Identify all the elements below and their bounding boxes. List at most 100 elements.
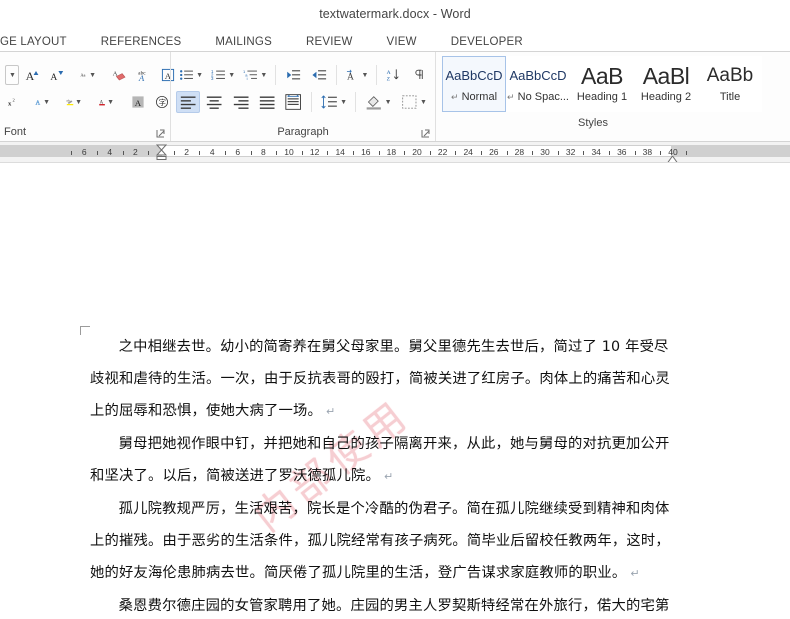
ruler-tick-label: 24: [463, 147, 473, 157]
svg-text:A: A: [138, 73, 145, 83]
asian-layout-icon[interactable]: A ▼: [341, 64, 371, 86]
ruler-tick-mark: [404, 151, 406, 155]
horizontal-ruler[interactable]: 6 4 2 2 4 6 8 10 12 14 16 18 20 22 24 26 28 30 32 34 36 38 40: [0, 142, 790, 163]
svg-text:A: A: [50, 72, 57, 83]
text-effects-icon[interactable]: A ▼: [31, 91, 53, 113]
numbering-icon[interactable]: 1 2 3 ▼: [208, 64, 238, 86]
align-center-icon[interactable]: [202, 91, 226, 113]
ribbon-group-styles: AaBbCcD ↵ Normal AaBbCcD ↵ No Spac... Aa…: [435, 52, 790, 141]
svg-text:Z: Z: [387, 77, 391, 83]
borders-icon[interactable]: ▼: [397, 91, 430, 113]
ruler-tick-mark: [685, 151, 687, 155]
title-bar: textwatermark.docx - Word: [0, 0, 790, 28]
style-title-label: Title: [719, 91, 741, 103]
svg-text:3: 3: [211, 76, 214, 81]
svg-text:字: 字: [159, 98, 166, 107]
sort-icon[interactable]: A Z: [382, 64, 406, 86]
style-no-spacing-preview: AaBbCcD: [509, 68, 567, 83]
decrease-indent-icon[interactable]: [281, 64, 305, 86]
tab-view[interactable]: VIEW: [370, 36, 434, 52]
document-body[interactable]: 之中相继去世。幼小的简寄养在舅父母家里。舅父里德先生去世后，简过了 10 年受尽…: [90, 331, 678, 615]
svg-text:Aa: Aa: [80, 73, 85, 78]
multilevel-list-icon[interactable]: 1 a i ▼: [240, 64, 270, 86]
text-highlight-color-icon[interactable]: ab ▼: [63, 91, 85, 113]
grow-font-icon[interactable]: A: [21, 64, 43, 86]
show-paragraph-marks-icon[interactable]: [408, 64, 430, 86]
style-no-spacing[interactable]: AaBbCcD ↵ No Spac...: [506, 56, 570, 112]
ruler-tick-label: 14: [335, 147, 345, 157]
ruler-tick-label: 18: [386, 147, 397, 157]
styles-group-label: Styles: [578, 117, 608, 129]
svg-text:A: A: [36, 100, 41, 106]
ruler-tick-label: 20: [412, 147, 422, 157]
ruler-tick-mark: [609, 151, 610, 155]
align-right-icon[interactable]: [229, 91, 253, 113]
line-spacing-icon[interactable]: ▼: [317, 91, 350, 113]
ruler-tick-label: 16: [361, 147, 371, 157]
ruler-tick-mark: [378, 151, 380, 155]
ruler-tick-mark: [583, 151, 585, 155]
document-paragraph: 桑恩费尔德庄园的女管家聘用了她。庄园的男主人罗契斯特经常在外旅行，偌大的宅第只有…: [118, 598, 670, 614]
superscript-icon[interactable]: x2: [5, 91, 21, 113]
ruler-tick-label: 22: [437, 147, 448, 157]
tab-developer[interactable]: DEVELOPER: [434, 36, 540, 52]
svg-text:A: A: [26, 69, 35, 83]
align-left-icon[interactable]: [176, 91, 201, 113]
first-line-indent-marker[interactable]: [155, 144, 168, 160]
style-title[interactable]: AaBb Title: [698, 56, 762, 112]
change-case-icon[interactable]: Aa ▼: [77, 64, 99, 86]
shrink-font-icon[interactable]: A: [45, 64, 67, 86]
increase-indent-icon[interactable]: [307, 64, 331, 86]
font-size-box-edge[interactable]: ▼: [5, 65, 19, 85]
document-page[interactable]: 内部使用 之中相继去世。幼小的简寄养在舅父母家里。舅父里德先生去世后，简过了 1…: [0, 163, 790, 615]
ruler-tick-mark: [353, 151, 354, 155]
document-paragraph: 孤儿院教规严厉，生活艰苦，院长是个冷酷的伪君子。简在孤儿院继续受到精神和肉体上的…: [90, 501, 670, 581]
ruler-tick-mark: [199, 151, 201, 155]
tab-page-layout[interactable]: GE LAYOUT: [0, 36, 84, 52]
phonetic-guide-icon[interactable]: abc A: [133, 64, 155, 86]
font-group-row-1: ▼ A A Aa ▼ A abc A A: [4, 62, 175, 89]
ruler-tick-mark: [532, 151, 534, 155]
window-title: textwatermark.docx - Word: [319, 7, 471, 21]
style-normal[interactable]: AaBbCcD ↵ Normal: [442, 56, 506, 112]
justify-icon[interactable]: [255, 91, 279, 113]
shading-icon[interactable]: ▼: [361, 91, 394, 113]
font-group-label: Font: [4, 126, 27, 138]
svg-text:A: A: [347, 71, 354, 82]
paragraph-mark-icon: ↵: [383, 470, 394, 483]
font-dialog-launcher-icon[interactable]: [156, 129, 165, 138]
style-heading-1[interactable]: AaB Heading 1: [570, 56, 634, 112]
document-paragraph: 之中相继去世。幼小的简寄养在舅父母家里。舅父里德先生去世后，简过了 10 年受尽…: [90, 339, 670, 419]
clear-formatting-icon[interactable]: A: [109, 64, 131, 86]
ruler-tick-label: 2: [184, 147, 189, 157]
ruler-tick-mark: [481, 151, 482, 155]
character-shading-icon[interactable]: A: [127, 91, 149, 113]
ruler-tick-mark: [250, 151, 252, 155]
style-normal-pilcrow-icon: ↵: [450, 92, 459, 102]
ruler-tick-mark: [660, 151, 662, 155]
tab-mailings[interactable]: MAILINGS: [198, 36, 289, 52]
svg-text:i: i: [247, 76, 248, 81]
ruler-tick-label: 36: [617, 147, 627, 157]
bullets-icon[interactable]: ▼: [176, 64, 206, 86]
paragraph-mark-icon: ↵: [630, 567, 640, 580]
style-heading-2[interactable]: AaBl Heading 2: [634, 56, 698, 112]
font-color-icon[interactable]: A ▼: [95, 91, 117, 113]
ruler-tick-mark: [276, 151, 278, 155]
ruler-tick-label: 26: [489, 147, 499, 157]
tab-review[interactable]: REVIEW: [289, 36, 370, 52]
svg-text:A: A: [387, 70, 392, 76]
tab-references[interactable]: REFERENCES: [84, 36, 199, 52]
ruler-tick-mark: [301, 151, 303, 155]
ruler-tick-label: 38: [642, 147, 653, 157]
ruler-tick-label: 30: [540, 147, 550, 157]
svg-text:2: 2: [12, 97, 14, 102]
paragraph-group-row-1: ▼ 1 2 3 ▼ 1 a i ▼ A ▼ A Z: [175, 62, 431, 89]
ribbon: ▼ A A Aa ▼ A abc A A x 2 A ▼ ab ▼ A ▼ A …: [0, 52, 790, 142]
style-heading-2-preview: AaBl: [642, 63, 690, 89]
document-paragraph: 舅母把她视作眼中钉，并把她和自己的孩子隔离开来，从此，她与舅母的对抗更加公开和坚…: [90, 436, 670, 484]
distributed-icon[interactable]: [281, 91, 305, 113]
right-indent-marker[interactable]: [667, 151, 678, 162]
ruler-tick-mark: [71, 151, 73, 155]
ruler-tick-mark: [634, 151, 636, 155]
